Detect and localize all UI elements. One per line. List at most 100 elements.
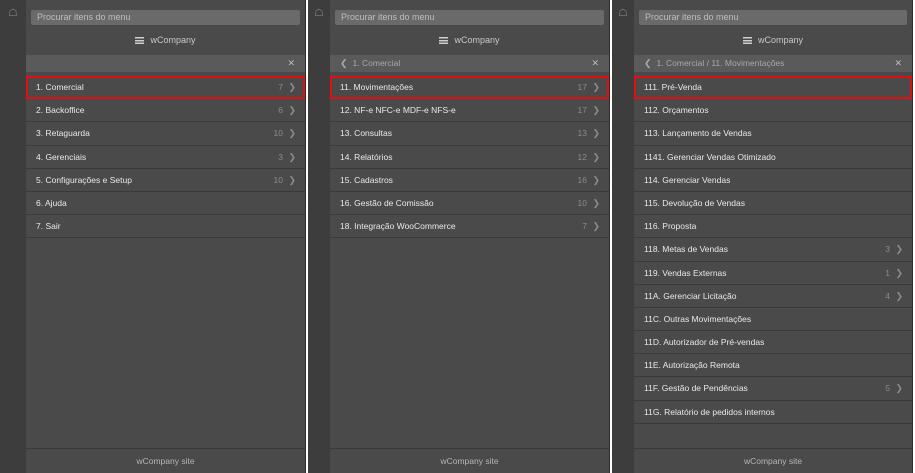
menu-item-label: 11E. Autorização Remota <box>644 360 740 371</box>
submenu-count: 1 <box>885 267 890 278</box>
chevron-right-icon: ❯ <box>288 105 296 116</box>
submenu-count: 17 <box>577 82 587 92</box>
menu-main: Procurar itens do menu wCompany ❮ 1. Come… <box>330 0 609 473</box>
menu-item[interactable]: 1141. Gerenciar Vendas Otimizado <box>634 146 912 169</box>
menu-item[interactable]: 6. Ajuda <box>26 192 305 216</box>
menu-item-label: 15. Cadastros <box>340 174 393 185</box>
menu-item[interactable]: 119. Vendas Externas 1 ❯ <box>634 262 912 285</box>
chevron-right-icon: ❯ <box>895 383 903 394</box>
menu-item[interactable]: 12. NF-e NFC-e MDF-e NFS-e 17 ❯ <box>330 99 609 123</box>
submenu-count: 5 <box>885 383 890 394</box>
menu-item[interactable]: 113. Lançamento de Vendas <box>634 122 912 146</box>
home-icon[interactable]: ☖ <box>0 9 26 19</box>
close-icon[interactable]: ✕ <box>591 55 599 72</box>
submenu-count: 10 <box>273 128 283 139</box>
menu-item-label: 1. Comercial <box>36 82 84 92</box>
brand-header[interactable]: wCompany <box>26 31 305 49</box>
menu-item[interactable]: 11E. Autorização Remota <box>634 354 912 378</box>
menu-item-label: 11G. Relatório de pedidos internos <box>644 406 775 417</box>
menu-item[interactable]: 118. Metas de Vendas 3 ❯ <box>634 238 912 262</box>
menu-item[interactable]: 11. Movimentações 17 ❯ <box>330 76 609 100</box>
menu-item[interactable]: 16. Gestão de Comissão 10 ❯ <box>330 192 609 216</box>
menu-item-label: 3. Retaguarda <box>36 128 90 139</box>
chevron-right-icon: ❯ <box>592 82 600 92</box>
chevron-right-icon: ❯ <box>288 128 296 139</box>
menu-item[interactable]: 112. Orçamentos <box>634 99 912 123</box>
menu-item[interactable]: 116. Proposta <box>634 215 912 239</box>
menu-item[interactable]: 111. Pré-Venda <box>634 76 912 100</box>
menu-item-label: 112. Orçamentos <box>644 105 709 116</box>
hamburger-icon <box>439 37 449 44</box>
menu-item[interactable]: 14. Relatórios 12 ❯ <box>330 146 609 169</box>
chevron-right-icon: ❯ <box>288 174 296 185</box>
chevron-right-icon: ❯ <box>592 221 600 232</box>
menu-item-label: 12. NF-e NFC-e MDF-e NFS-e <box>340 105 456 116</box>
menu-item-label: 5. Configurações e Setup <box>36 174 132 185</box>
menu-item[interactable]: 11A. Gerenciar Licitação 4 ❯ <box>634 285 912 308</box>
brand-name: wCompany <box>757 35 804 45</box>
menu-main: Procurar itens do menu wCompany ❮ 1. Come… <box>634 0 912 473</box>
search-input[interactable]: Procurar itens do menu <box>31 10 300 25</box>
home-icon[interactable]: ☖ <box>612 9 634 19</box>
chevron-right-icon: ❯ <box>592 105 600 116</box>
menu-item[interactable]: 4. Gerenciais 3 ❯ <box>26 146 305 169</box>
menu-item-label: 4. Gerenciais <box>36 151 87 162</box>
menu-item[interactable]: 11F. Gestão de Pendências 5 ❯ <box>634 377 912 401</box>
search-input[interactable]: Procurar itens do menu <box>639 10 907 25</box>
brand-name: wCompany <box>454 35 500 45</box>
menu-item[interactable]: 5. Configurações e Setup 10 ❯ <box>26 169 305 192</box>
menu-item-label: 118. Metas de Vendas <box>644 244 728 255</box>
footer-site-link[interactable]: wCompany site <box>26 448 305 473</box>
menu-list: 111. Pré-Venda 112. Orçamentos 113. Lançam… <box>634 76 912 424</box>
menu-panel-movimentacoes: ☖ Procurar itens do menu wCompany ❮ 1. Co… <box>612 0 913 473</box>
home-strip: ☖ <box>612 0 634 473</box>
menu-item[interactable]: 115. Devolução de Vendas <box>634 192 912 216</box>
menu-item-label: 119. Vendas Externas <box>644 267 727 278</box>
close-icon[interactable]: ✕ <box>287 55 295 72</box>
submenu-count: 6 <box>278 105 283 116</box>
menu-item-label: 7. Sair <box>36 221 61 232</box>
submenu-count: 12 <box>577 151 587 162</box>
menu-item[interactable]: 11D. Autorizador de Pré-vendas <box>634 331 912 355</box>
chevron-right-icon: ❯ <box>895 290 903 301</box>
breadcrumb-bar[interactable]: ❮ 1. Comercial / 11. Movimentações ✕ <box>634 55 912 72</box>
menu-item-label: 2. Backoffice <box>36 105 85 116</box>
submenu-count: 13 <box>577 128 587 139</box>
menu-item-label: 116. Proposta <box>644 221 697 232</box>
footer-site-link[interactable]: wCompany site <box>634 448 912 473</box>
chevron-right-icon: ❯ <box>592 128 600 139</box>
breadcrumb-bar[interactable]: ❮ 1. Comercial ✕ <box>330 55 609 72</box>
home-icon[interactable]: ☖ <box>308 9 330 19</box>
submenu-count: 10 <box>577 197 587 208</box>
menu-item[interactable]: 2. Backoffice 6 ❯ <box>26 99 305 123</box>
menu-item-label: 18. Integração WooCommerce <box>340 221 456 232</box>
chevron-right-icon: ❯ <box>592 151 600 162</box>
menu-item[interactable]: 13. Consultas 13 ❯ <box>330 122 609 146</box>
chevron-right-icon: ❯ <box>592 197 600 208</box>
menu-item[interactable]: 18. Integração WooCommerce 7 ❯ <box>330 215 609 239</box>
menu-main: Procurar itens do menu wCompany ✕ 1. Com… <box>26 0 305 473</box>
chevron-left-icon[interactable]: ❮ <box>340 58 348 68</box>
menu-item[interactable]: 15. Cadastros 16 ❯ <box>330 169 609 192</box>
brand-name: wCompany <box>150 35 196 45</box>
close-icon[interactable]: ✕ <box>894 55 902 72</box>
brand-header[interactable]: wCompany <box>330 31 609 49</box>
menu-item[interactable]: 11G. Relatório de pedidos internos <box>634 401 912 424</box>
menu-item[interactable]: 1. Comercial 7 ❯ <box>26 76 305 100</box>
submenu-count: 3 <box>885 244 890 255</box>
menu-item-label: 111. Pré-Venda <box>644 82 702 92</box>
menu-item[interactable]: 11C. Outras Movimentações <box>634 308 912 332</box>
chevron-left-icon[interactable]: ❮ <box>644 58 652 68</box>
breadcrumb: 1. Comercial / 11. Movimentações <box>656 58 785 68</box>
brand-header[interactable]: wCompany <box>634 31 912 49</box>
breadcrumb: 1. Comercial <box>352 58 401 68</box>
footer-site-link[interactable]: wCompany site <box>330 448 609 473</box>
menu-item[interactable]: 114. Gerenciar Vendas <box>634 169 912 192</box>
menu-item-label: 11. Movimentações <box>340 82 414 92</box>
menu-item[interactable]: 3. Retaguarda 10 ❯ <box>26 122 305 146</box>
menu-panel-comercial: ☖ Procurar itens do menu wCompany ❮ 1. Co… <box>308 0 610 473</box>
menu-list: 11. Movimentações 17 ❯ 12. NF-e NFC-e MDF-e… <box>330 76 609 239</box>
chevron-right-icon: ❯ <box>592 174 600 185</box>
menu-item[interactable]: 7. Sair <box>26 215 305 239</box>
search-input[interactable]: Procurar itens do menu <box>335 10 604 25</box>
